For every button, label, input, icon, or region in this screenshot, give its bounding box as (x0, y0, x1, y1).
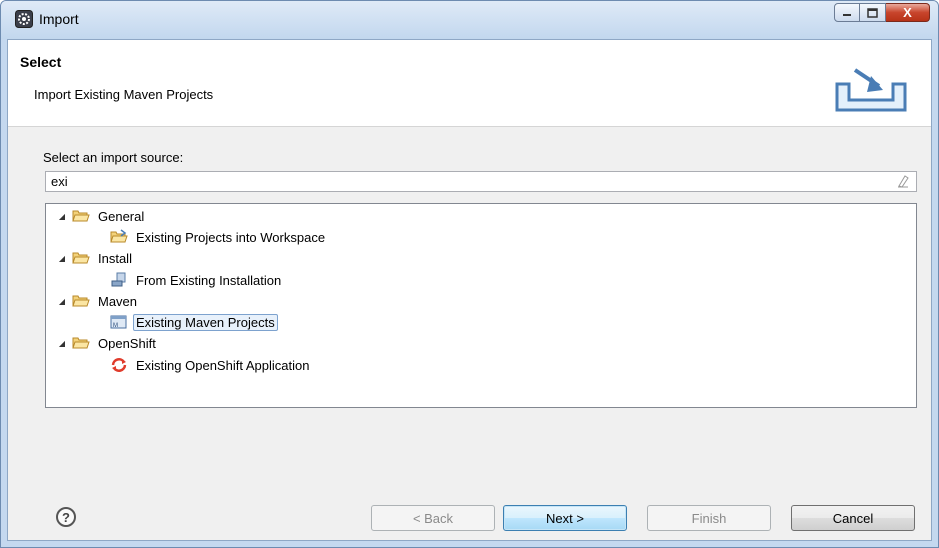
filter-input[interactable] (46, 172, 881, 191)
project-folder-icon (110, 229, 128, 243)
tree-label: General (98, 208, 145, 224)
tree-node-install[interactable]: ◢ Install (56, 248, 135, 268)
folder-open-icon (72, 252, 90, 264)
import-dialog: Import X Select Import Existing Maven Pr… (0, 0, 939, 548)
window-controls: X (834, 3, 930, 23)
help-button[interactable]: ? (56, 507, 76, 527)
openshift-icon (111, 358, 127, 372)
eclipse-gear-icon (15, 10, 33, 28)
close-icon: X (903, 5, 912, 20)
expanded-arrow-icon[interactable]: ◢ (56, 297, 68, 306)
page-title: Select (20, 54, 62, 70)
tree-node-openshift[interactable]: ◢ OpenShift (56, 333, 159, 353)
svg-text:M: M (113, 323, 118, 329)
next-button[interactable]: Next > (503, 505, 627, 531)
maven-project-icon: M (110, 315, 127, 329)
tree-item-existing-projects[interactable]: Existing Projects into Workspace (106, 227, 328, 247)
tree-label: From Existing Installation (136, 272, 282, 288)
filter-field (45, 171, 917, 192)
cancel-button[interactable]: Cancel (791, 505, 915, 531)
title-bar[interactable]: Import X (1, 1, 938, 39)
help-icon: ? (62, 509, 70, 525)
wizard-banner: Select Import Existing Maven Projects (8, 40, 931, 127)
tree-label: Maven (98, 293, 138, 309)
minimize-icon (843, 13, 851, 16)
tree-node-general[interactable]: ◢ General (56, 206, 147, 226)
folder-open-icon (72, 337, 90, 349)
dialog-body: Select Import Existing Maven Projects Se… (7, 39, 932, 541)
clear-filter-icon[interactable] (896, 174, 910, 188)
page-description: Import Existing Maven Projects (34, 87, 214, 102)
tree-item-from-existing-installation[interactable]: From Existing Installation (106, 270, 284, 290)
finish-button[interactable]: Finish (647, 505, 771, 531)
tree-label: Existing Maven Projects (133, 313, 278, 331)
import-source-tree[interactable]: ◢ General Existing Projects into Workspa… (45, 203, 917, 408)
window-title: Import (39, 11, 79, 27)
folder-open-icon (72, 210, 90, 222)
import-tray-icon (835, 68, 907, 112)
tree-node-maven[interactable]: ◢ Maven (56, 291, 140, 311)
folder-open-icon (72, 295, 90, 307)
expanded-arrow-icon[interactable]: ◢ (56, 212, 68, 221)
maximize-icon (867, 7, 878, 18)
tree-label: Install (98, 250, 132, 266)
minimize-button[interactable] (834, 3, 860, 22)
tree-label: Existing OpenShift Application (136, 357, 310, 373)
maximize-button[interactable] (860, 3, 886, 22)
tree-label: OpenShift (98, 335, 156, 351)
installation-icon (111, 272, 126, 287)
expanded-arrow-icon[interactable]: ◢ (56, 339, 68, 348)
tree-item-existing-openshift-application[interactable]: Existing OpenShift Application (106, 355, 312, 375)
tree-item-existing-maven-projects[interactable]: M Existing Maven Projects (106, 312, 278, 332)
close-button[interactable]: X (886, 3, 930, 22)
tree-label: Existing Projects into Workspace (136, 229, 326, 245)
expanded-arrow-icon[interactable]: ◢ (56, 254, 68, 263)
back-button[interactable]: < Back (371, 505, 495, 531)
import-source-label: Select an import source: (43, 150, 184, 165)
